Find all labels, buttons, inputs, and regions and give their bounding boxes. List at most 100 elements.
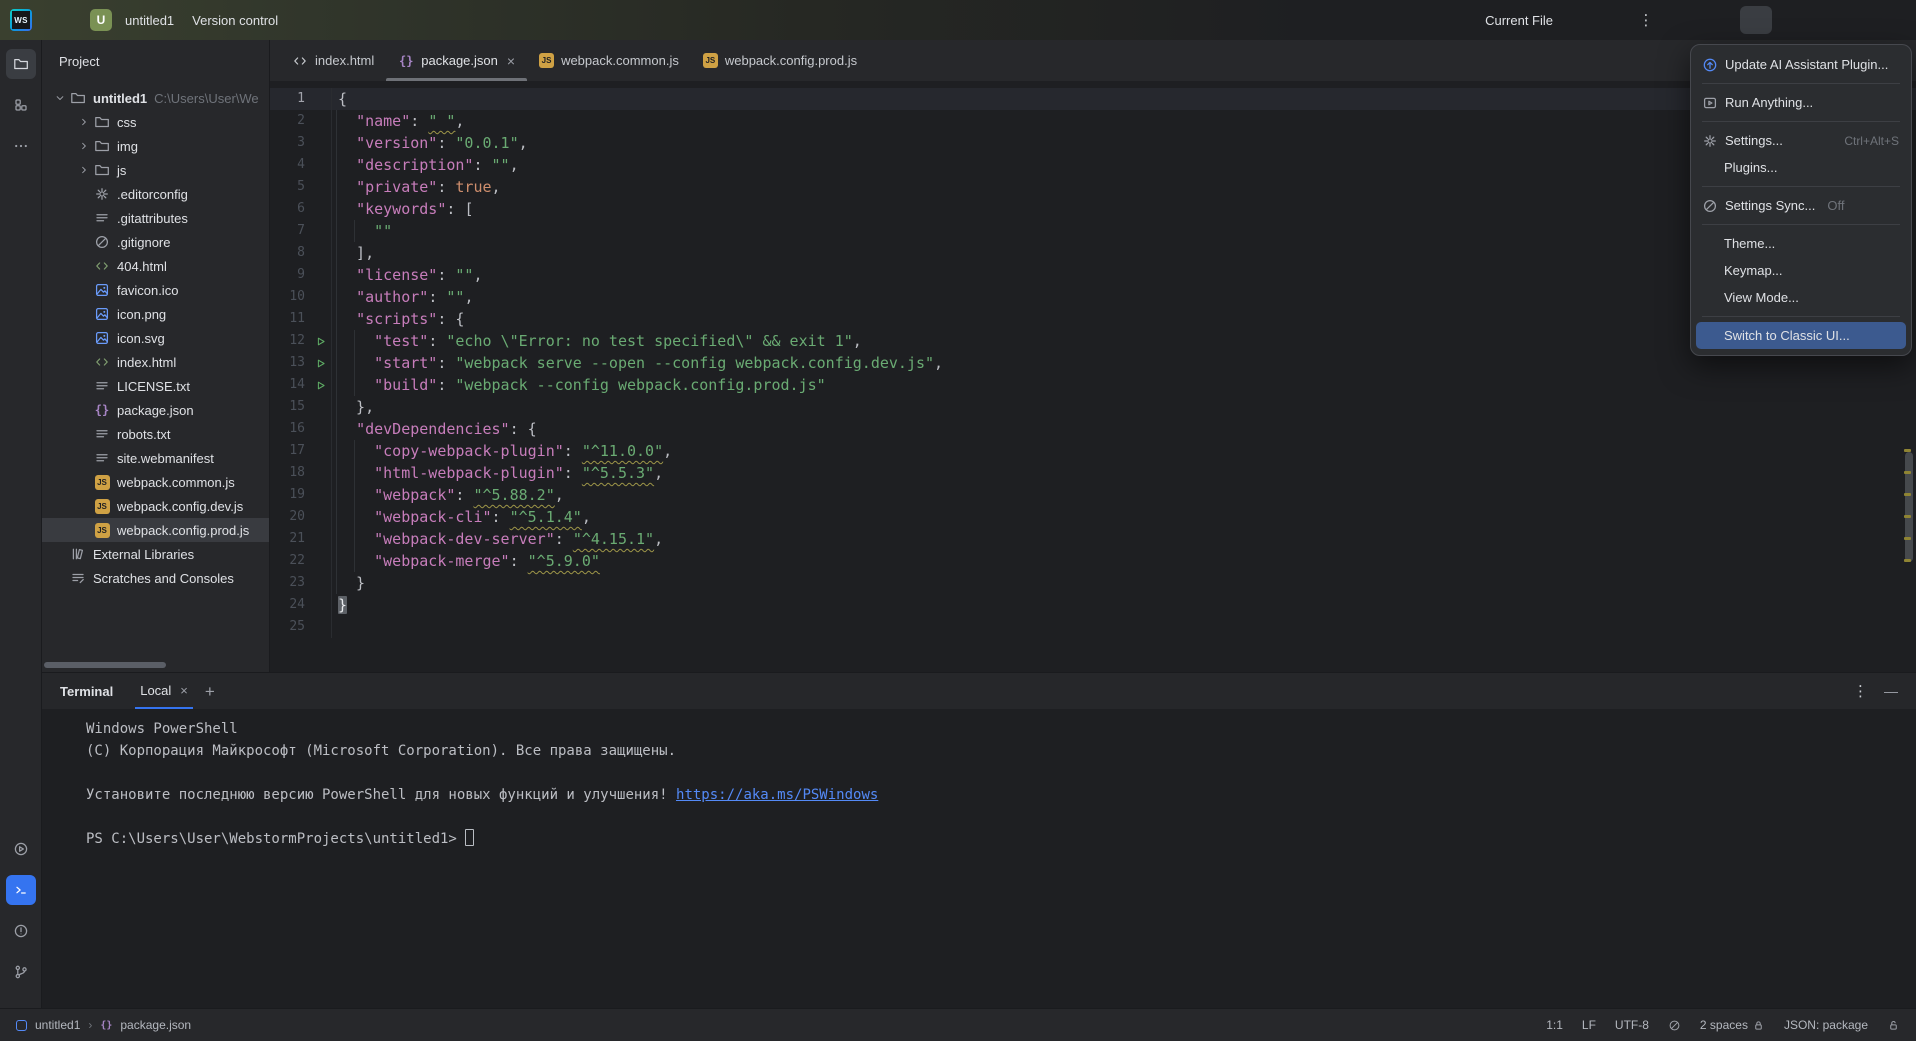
breadcrumb-project[interactable]: untitled1 <box>35 1018 80 1032</box>
tree-item-img[interactable]: img <box>42 134 269 158</box>
project-switcher[interactable]: untitled1 <box>125 13 179 28</box>
tree-item-icon-svg[interactable]: icon.svg <box>42 326 269 350</box>
menu-item-update-ai-assistant-plugin[interactable]: Update AI Assistant Plugin... <box>1691 51 1911 78</box>
tree-item-webpack-config-dev-js[interactable]: JSwebpack.config.dev.js <box>42 494 269 518</box>
tree-item-package-json[interactable]: {}package.json <box>42 398 269 422</box>
tool-button-problems[interactable] <box>6 916 36 946</box>
editor-tab-index-html[interactable]: index.html <box>280 40 386 81</box>
status-widget-2-spaces[interactable]: 2 spaces <box>1700 1018 1765 1032</box>
tool-button-run-circle[interactable] <box>6 834 36 864</box>
new-terminal-button[interactable]: + <box>205 683 215 700</box>
more-actions-button[interactable]: ⋮ <box>1630 6 1662 34</box>
warning-stripe-mark <box>1904 471 1911 474</box>
menu-item-run-anything[interactable]: Run Anything... <box>1691 89 1911 116</box>
menu-item-settings[interactable]: Settings...Ctrl+Alt+S <box>1691 127 1911 154</box>
run-line-icon[interactable] <box>314 335 327 348</box>
status-widget-lf[interactable]: LF <box>1582 1018 1596 1032</box>
terminal-output[interactable]: Windows PowerShell(C) Корпорация Майкрос… <box>42 709 1916 1008</box>
tree-item-label: .gitattributes <box>117 211 188 226</box>
tree-item-editorconfig[interactable]: .editorconfig <box>42 182 269 206</box>
chevron-right-icon[interactable] <box>74 164 94 176</box>
tree-item-license-txt[interactable]: LICENSE.txt <box>42 374 269 398</box>
html-icon <box>94 354 110 370</box>
tool-button-more[interactable] <box>6 131 36 161</box>
run-line-icon[interactable] <box>314 379 327 392</box>
close-button[interactable] <box>1872 0 1916 40</box>
status-widget-utf-8[interactable]: UTF-8 <box>1615 1018 1649 1032</box>
terminal-line: (C) Корпорация Майкрософт (Microsoft Cor… <box>86 740 1916 762</box>
tool-button-structure[interactable] <box>6 90 36 120</box>
code-with-me-button[interactable] <box>1676 6 1708 34</box>
menu-item-theme[interactable]: Theme... <box>1691 230 1911 257</box>
js-icon: JS <box>94 499 110 514</box>
chevron-right-icon[interactable] <box>74 140 94 152</box>
status-widget-highlight-off[interactable] <box>1668 1019 1681 1032</box>
status-widget-1-1[interactable]: 1:1 <box>1546 1018 1563 1032</box>
tree-item-untitled1[interactable]: untitled1C:\Users\User\We <box>42 86 269 110</box>
editor-tab-package-json[interactable]: {}package.json× <box>386 40 527 81</box>
hide-terminal-button[interactable]: — <box>1884 683 1898 699</box>
code-line: 14 "build": "webpack --config webpack.co… <box>270 374 1916 396</box>
close-icon[interactable]: × <box>180 684 188 697</box>
settings-menu-button[interactable] <box>1740 6 1772 34</box>
status-widget-unlock[interactable] <box>1887 1019 1900 1032</box>
menu-item-settings-sync[interactable]: Settings Sync...Off <box>1691 192 1911 219</box>
project-panel-header[interactable]: Project <box>42 40 269 82</box>
run-configuration-selector[interactable]: Current File <box>1485 13 1558 28</box>
tree-item-label: 404.html <box>117 259 167 274</box>
main-menu-button[interactable] <box>45 6 77 34</box>
run-circle-icon <box>13 841 29 857</box>
editor-tab-webpack-config-prod-js[interactable]: JSwebpack.config.prod.js <box>691 40 869 81</box>
tree-item-gitattributes[interactable]: .gitattributes <box>42 206 269 230</box>
tree-item-robots-txt[interactable]: robots.txt <box>42 422 269 446</box>
tree-item-favicon-ico[interactable]: favicon.ico <box>42 278 269 302</box>
code-text: "start": "webpack serve --open --config … <box>332 352 943 374</box>
chevron-right-icon[interactable] <box>74 116 94 128</box>
minimize-button[interactable] <box>1784 0 1828 40</box>
editor-tab-bar: index.html{}package.json×JSwebpack.commo… <box>270 40 1916 82</box>
tree-item-label: .gitignore <box>117 235 170 250</box>
menu-item-plugins[interactable]: Plugins... <box>1691 154 1911 181</box>
scrollbar-thumb[interactable] <box>1905 452 1913 562</box>
run-line-icon[interactable] <box>314 357 327 370</box>
tree-item-404-html[interactable]: 404.html <box>42 254 269 278</box>
terminal-options-button[interactable]: ⋮ <box>1853 682 1868 700</box>
menu-item-keymap[interactable]: Keymap... <box>1691 257 1911 284</box>
tree-item-css[interactable]: css <box>42 110 269 134</box>
horizontal-scrollbar[interactable] <box>44 662 166 668</box>
search-everywhere-button[interactable] <box>1708 6 1740 34</box>
tree-item-index-html[interactable]: index.html <box>42 350 269 374</box>
menu-item-switch-to-classic-ui[interactable]: Switch to Classic UI... <box>1696 322 1906 349</box>
vcs-widget[interactable]: Version control <box>192 13 283 28</box>
tool-button-terminal[interactable] <box>6 875 36 905</box>
chevron-down-icon[interactable] <box>50 92 70 104</box>
tool-button-branch[interactable] <box>6 957 36 987</box>
tree-item-label: webpack.config.prod.js <box>117 523 249 538</box>
tree-item-external-libraries[interactable]: External Libraries <box>42 542 269 566</box>
editor-tab-webpack-common-js[interactable]: JSwebpack.common.js <box>527 40 691 81</box>
tool-button-folder[interactable] <box>6 49 36 79</box>
code-text: "devDependencies": { <box>332 418 537 440</box>
status-widget-json-package[interactable]: JSON: package <box>1784 1018 1868 1032</box>
folder-icon <box>94 138 110 154</box>
tree-item-webpack-common-js[interactable]: JSwebpack.common.js <box>42 470 269 494</box>
terminal-header-actions: ⋮ — <box>1853 673 1916 709</box>
run-button[interactable] <box>1566 6 1598 34</box>
terminal-link[interactable]: https://aka.ms/PSWindows <box>676 787 878 803</box>
menu-item-view-mode[interactable]: View Mode... <box>1691 284 1911 311</box>
tree-item-webpack-config-prod-js[interactable]: JSwebpack.config.prod.js <box>42 518 269 542</box>
code-text: "" <box>332 220 392 242</box>
settings-dropdown-menu: Update AI Assistant Plugin... Run Anythin… <box>1690 44 1912 356</box>
scratch-icon <box>70 570 86 586</box>
tree-item-gitignore[interactable]: .gitignore <box>42 230 269 254</box>
tree-item-site-webmanifest[interactable]: site.webmanifest <box>42 446 269 470</box>
tree-item-icon-png[interactable]: icon.png <box>42 302 269 326</box>
close-icon[interactable]: × <box>507 54 515 68</box>
terminal-tab-local[interactable]: Local × <box>135 673 193 709</box>
restore-button[interactable] <box>1828 0 1872 40</box>
tree-item-scratches-and-consoles[interactable]: Scratches and Consoles <box>42 566 269 590</box>
debug-button[interactable] <box>1598 6 1630 34</box>
tree-item-js[interactable]: js <box>42 158 269 182</box>
editor[interactable]: 1{2 "name": " ",3 "version": "0.0.1",4 "… <box>270 82 1916 672</box>
breadcrumb-file[interactable]: package.json <box>120 1018 191 1032</box>
